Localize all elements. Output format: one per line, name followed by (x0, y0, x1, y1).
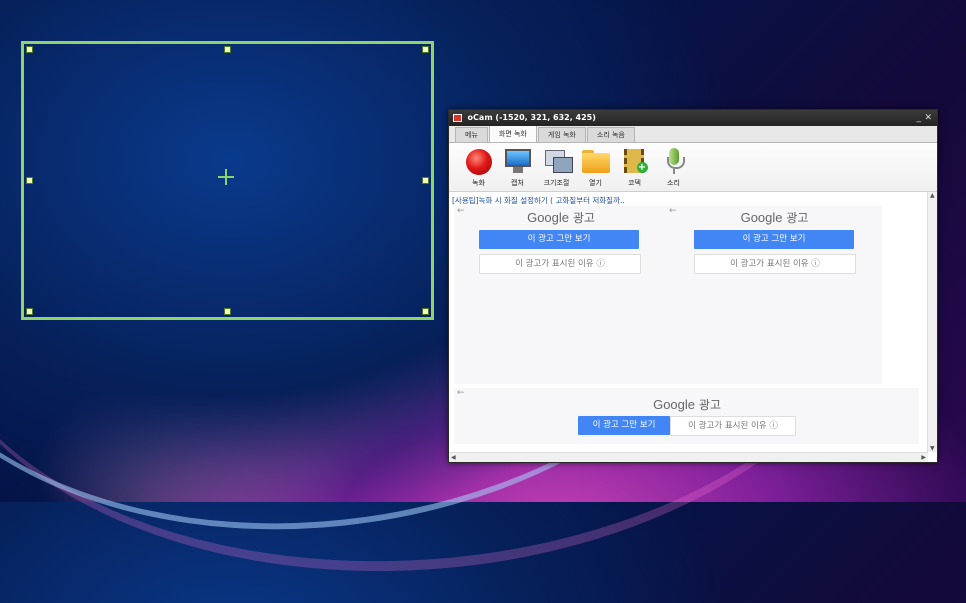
resize-handle-right[interactable] (422, 177, 429, 184)
ad-label: 광고 (786, 211, 809, 225)
why-ad-button[interactable]: 이 광고가 표시된 이유 ⓘ (694, 254, 856, 274)
resize-handle-bottom-right[interactable] (422, 308, 429, 315)
open-label: 열기 (589, 179, 602, 187)
scroll-left-icon[interactable]: ◀ (451, 454, 456, 461)
ad-block-3: ← Google 광고 이 광고 그만 보기 이 광고가 표시된 이유 ⓘ (455, 388, 919, 444)
microphone-icon (659, 147, 689, 175)
why-ad-button[interactable]: 이 광고가 표시된 이유 ⓘ (670, 416, 796, 436)
tip-link[interactable]: [사용팁]녹화 시 화질 설정하기 ( 고화질부터 저화질까.. (449, 192, 937, 206)
back-arrow-icon[interactable]: ← (457, 206, 465, 216)
horizontal-scrollbar[interactable]: ◀ ▶ (449, 452, 928, 462)
open-button[interactable]: 열기 (578, 143, 613, 191)
stop-ad-button[interactable]: 이 광고 그만 보기 (479, 230, 639, 249)
vertical-scrollbar[interactable]: ▲ ▼ (927, 192, 937, 452)
ocam-app-icon (453, 114, 462, 122)
why-ad-button[interactable]: 이 광고가 표시된 이유 ⓘ (479, 254, 641, 274)
resize-button[interactable]: 크기조절 (539, 143, 574, 191)
ad-header: Google 광고 (455, 388, 919, 413)
window-title: oCam (-1520, 321, 632, 425) (467, 113, 596, 122)
content-area: [사용팁]녹화 시 화질 설정하기 ( 고화질부터 저화질까.. ← Googl… (449, 192, 937, 462)
film-add-icon: + (620, 147, 650, 175)
back-arrow-icon[interactable]: ← (669, 206, 677, 216)
ad-label: 광고 (572, 211, 595, 225)
resize-handle-top-left[interactable] (26, 46, 33, 53)
resize-handle-top-right[interactable] (422, 46, 429, 53)
capture-button[interactable]: 캡처 (500, 143, 535, 191)
tab-game-record[interactable]: 게임 녹화 (537, 127, 586, 142)
monitor-icon (503, 147, 533, 175)
record-button[interactable]: 녹화 (461, 143, 496, 191)
google-logo: Google (527, 210, 569, 225)
stop-ad-button[interactable]: 이 광고 그만 보기 (578, 416, 670, 435)
tab-audio-record[interactable]: 소리 녹음 (586, 127, 635, 142)
resize-handle-bottom-left[interactable] (26, 308, 33, 315)
record-label: 녹화 (472, 179, 485, 187)
tab-bar: 메뉴 화면 녹화 게임 녹화 소리 녹음 (449, 125, 937, 143)
google-logo: Google (653, 397, 695, 412)
sound-button[interactable]: 소리 (656, 143, 691, 191)
close-button[interactable]: ✕ (924, 110, 932, 126)
google-logo: Google (740, 210, 783, 225)
ocam-window: oCam (-1520, 321, 632, 425) _ ✕ 메뉴 화면 녹화… (448, 109, 938, 463)
resize-icon (542, 147, 573, 175)
ad-block-1: ← Google 광고 이 광고 그만 보기 이 광고가 표시된 이유 ⓘ (455, 206, 667, 384)
resize-handle-top[interactable] (224, 46, 231, 53)
scroll-right-icon[interactable]: ▶ (921, 454, 926, 461)
title-bar[interactable]: oCam (-1520, 321, 632, 425) _ ✕ (449, 110, 937, 126)
record-icon (464, 147, 494, 175)
minimize-button[interactable]: _ (917, 110, 922, 126)
sound-label: 소리 (667, 179, 680, 187)
ad-header: Google 광고 (667, 206, 882, 226)
codec-label: 코덱 (628, 179, 641, 187)
ad-label: 광고 (698, 398, 721, 412)
toolbar: 녹화 캡처 크기조절 열기 + 코덱 소리 (449, 143, 937, 192)
scroll-down-icon[interactable]: ▼ (930, 445, 935, 452)
tab-screen-record[interactable]: 화면 녹화 (488, 125, 537, 142)
resize-handle-left[interactable] (26, 177, 33, 184)
resize-handle-bottom[interactable] (224, 308, 231, 315)
ad-block-2: ← Google 광고 이 광고 그만 보기 이 광고가 표시된 이유 ⓘ (667, 206, 882, 384)
ad-button-row: 이 광고 그만 보기 이 광고가 표시된 이유 ⓘ (455, 416, 919, 436)
folder-icon (581, 147, 611, 175)
move-crosshair-icon[interactable] (218, 169, 234, 185)
codec-button[interactable]: + 코덱 (617, 143, 652, 191)
tab-menu[interactable]: 메뉴 (455, 127, 488, 142)
ad-header: Google 광고 (455, 206, 667, 226)
capture-label: 캡처 (511, 179, 524, 187)
scroll-up-icon[interactable]: ▲ (930, 192, 935, 199)
back-arrow-icon[interactable]: ← (457, 388, 465, 398)
stop-ad-button[interactable]: 이 광고 그만 보기 (694, 230, 854, 249)
resize-label: 크기조절 (543, 179, 570, 187)
